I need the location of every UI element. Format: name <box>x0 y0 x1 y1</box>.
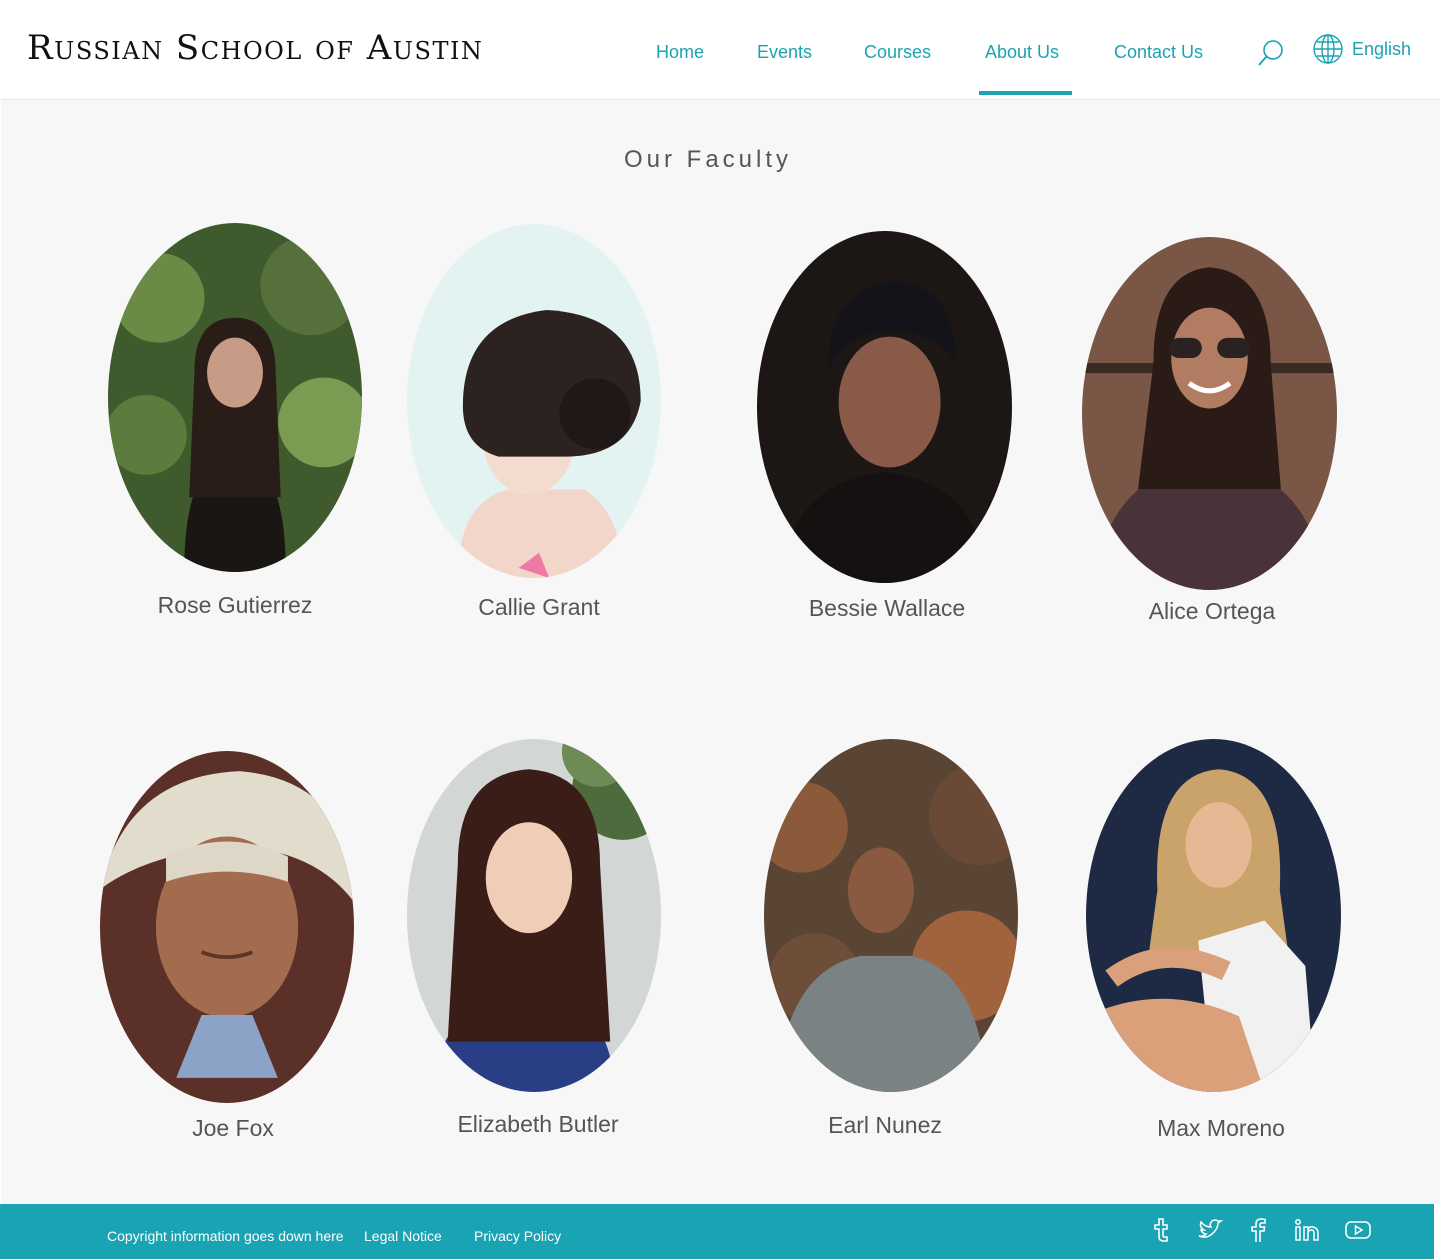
faculty-name[interactable]: Elizabeth Butler <box>457 1111 618 1138</box>
portrait-earl-nunez[interactable] <box>764 739 1018 1092</box>
faculty-name[interactable]: Alice Ortega <box>1149 598 1276 625</box>
portrait-alice-ortega[interactable] <box>1082 237 1337 590</box>
globe-icon <box>1313 34 1343 64</box>
legal-notice-link[interactable]: Legal Notice <box>364 1228 442 1244</box>
copyright-text: Copyright information goes down here <box>107 1228 344 1244</box>
nav-courses[interactable]: Courses <box>864 40 931 64</box>
site-header: Russian School of Austin Home Events Cou… <box>0 0 1440 100</box>
twitter-icon[interactable] <box>1196 1216 1224 1244</box>
faculty-name[interactable]: Max Moreno <box>1157 1115 1285 1142</box>
portrait-joe-fox[interactable] <box>100 751 354 1103</box>
faculty-name[interactable]: Joe Fox <box>192 1115 274 1142</box>
portrait-rose-gutierrez[interactable] <box>108 223 362 572</box>
faculty-section: Our Faculty Rose Gutierrez Callie Grant … <box>1 100 1440 1204</box>
portrait-max-moreno[interactable] <box>1086 739 1341 1092</box>
nav-home[interactable]: Home <box>656 40 704 64</box>
youtube-icon[interactable] <box>1344 1216 1372 1244</box>
language-selector[interactable]: English <box>1312 32 1411 66</box>
search-icon[interactable] <box>1256 38 1286 68</box>
nav-about-us[interactable]: About Us <box>985 40 1059 64</box>
site-footer: Copyright information goes down here Leg… <box>0 1204 1434 1259</box>
portrait-bessie-wallace[interactable] <box>757 231 1012 583</box>
faculty-name[interactable]: Bessie Wallace <box>809 595 965 622</box>
faculty-name[interactable]: Earl Nunez <box>828 1112 942 1139</box>
page-title: Our Faculty <box>623 146 793 173</box>
nav-events[interactable]: Events <box>757 40 812 64</box>
site-logo[interactable]: Russian School of Austin <box>27 28 483 68</box>
portrait-elizabeth-butler[interactable] <box>407 739 661 1092</box>
nav-contact-us[interactable]: Contact Us <box>1114 40 1203 64</box>
faculty-name[interactable]: Rose Gutierrez <box>158 592 313 619</box>
privacy-policy-link[interactable]: Privacy Policy <box>474 1228 561 1244</box>
tumblr-icon[interactable] <box>1147 1216 1175 1244</box>
nav-active-indicator <box>979 91 1072 95</box>
faculty-name[interactable]: Callie Grant <box>478 594 599 621</box>
facebook-icon[interactable] <box>1244 1216 1272 1244</box>
language-label: English <box>1352 38 1412 59</box>
linkedin-icon[interactable] <box>1293 1216 1321 1244</box>
portrait-callie-grant[interactable] <box>407 224 661 578</box>
